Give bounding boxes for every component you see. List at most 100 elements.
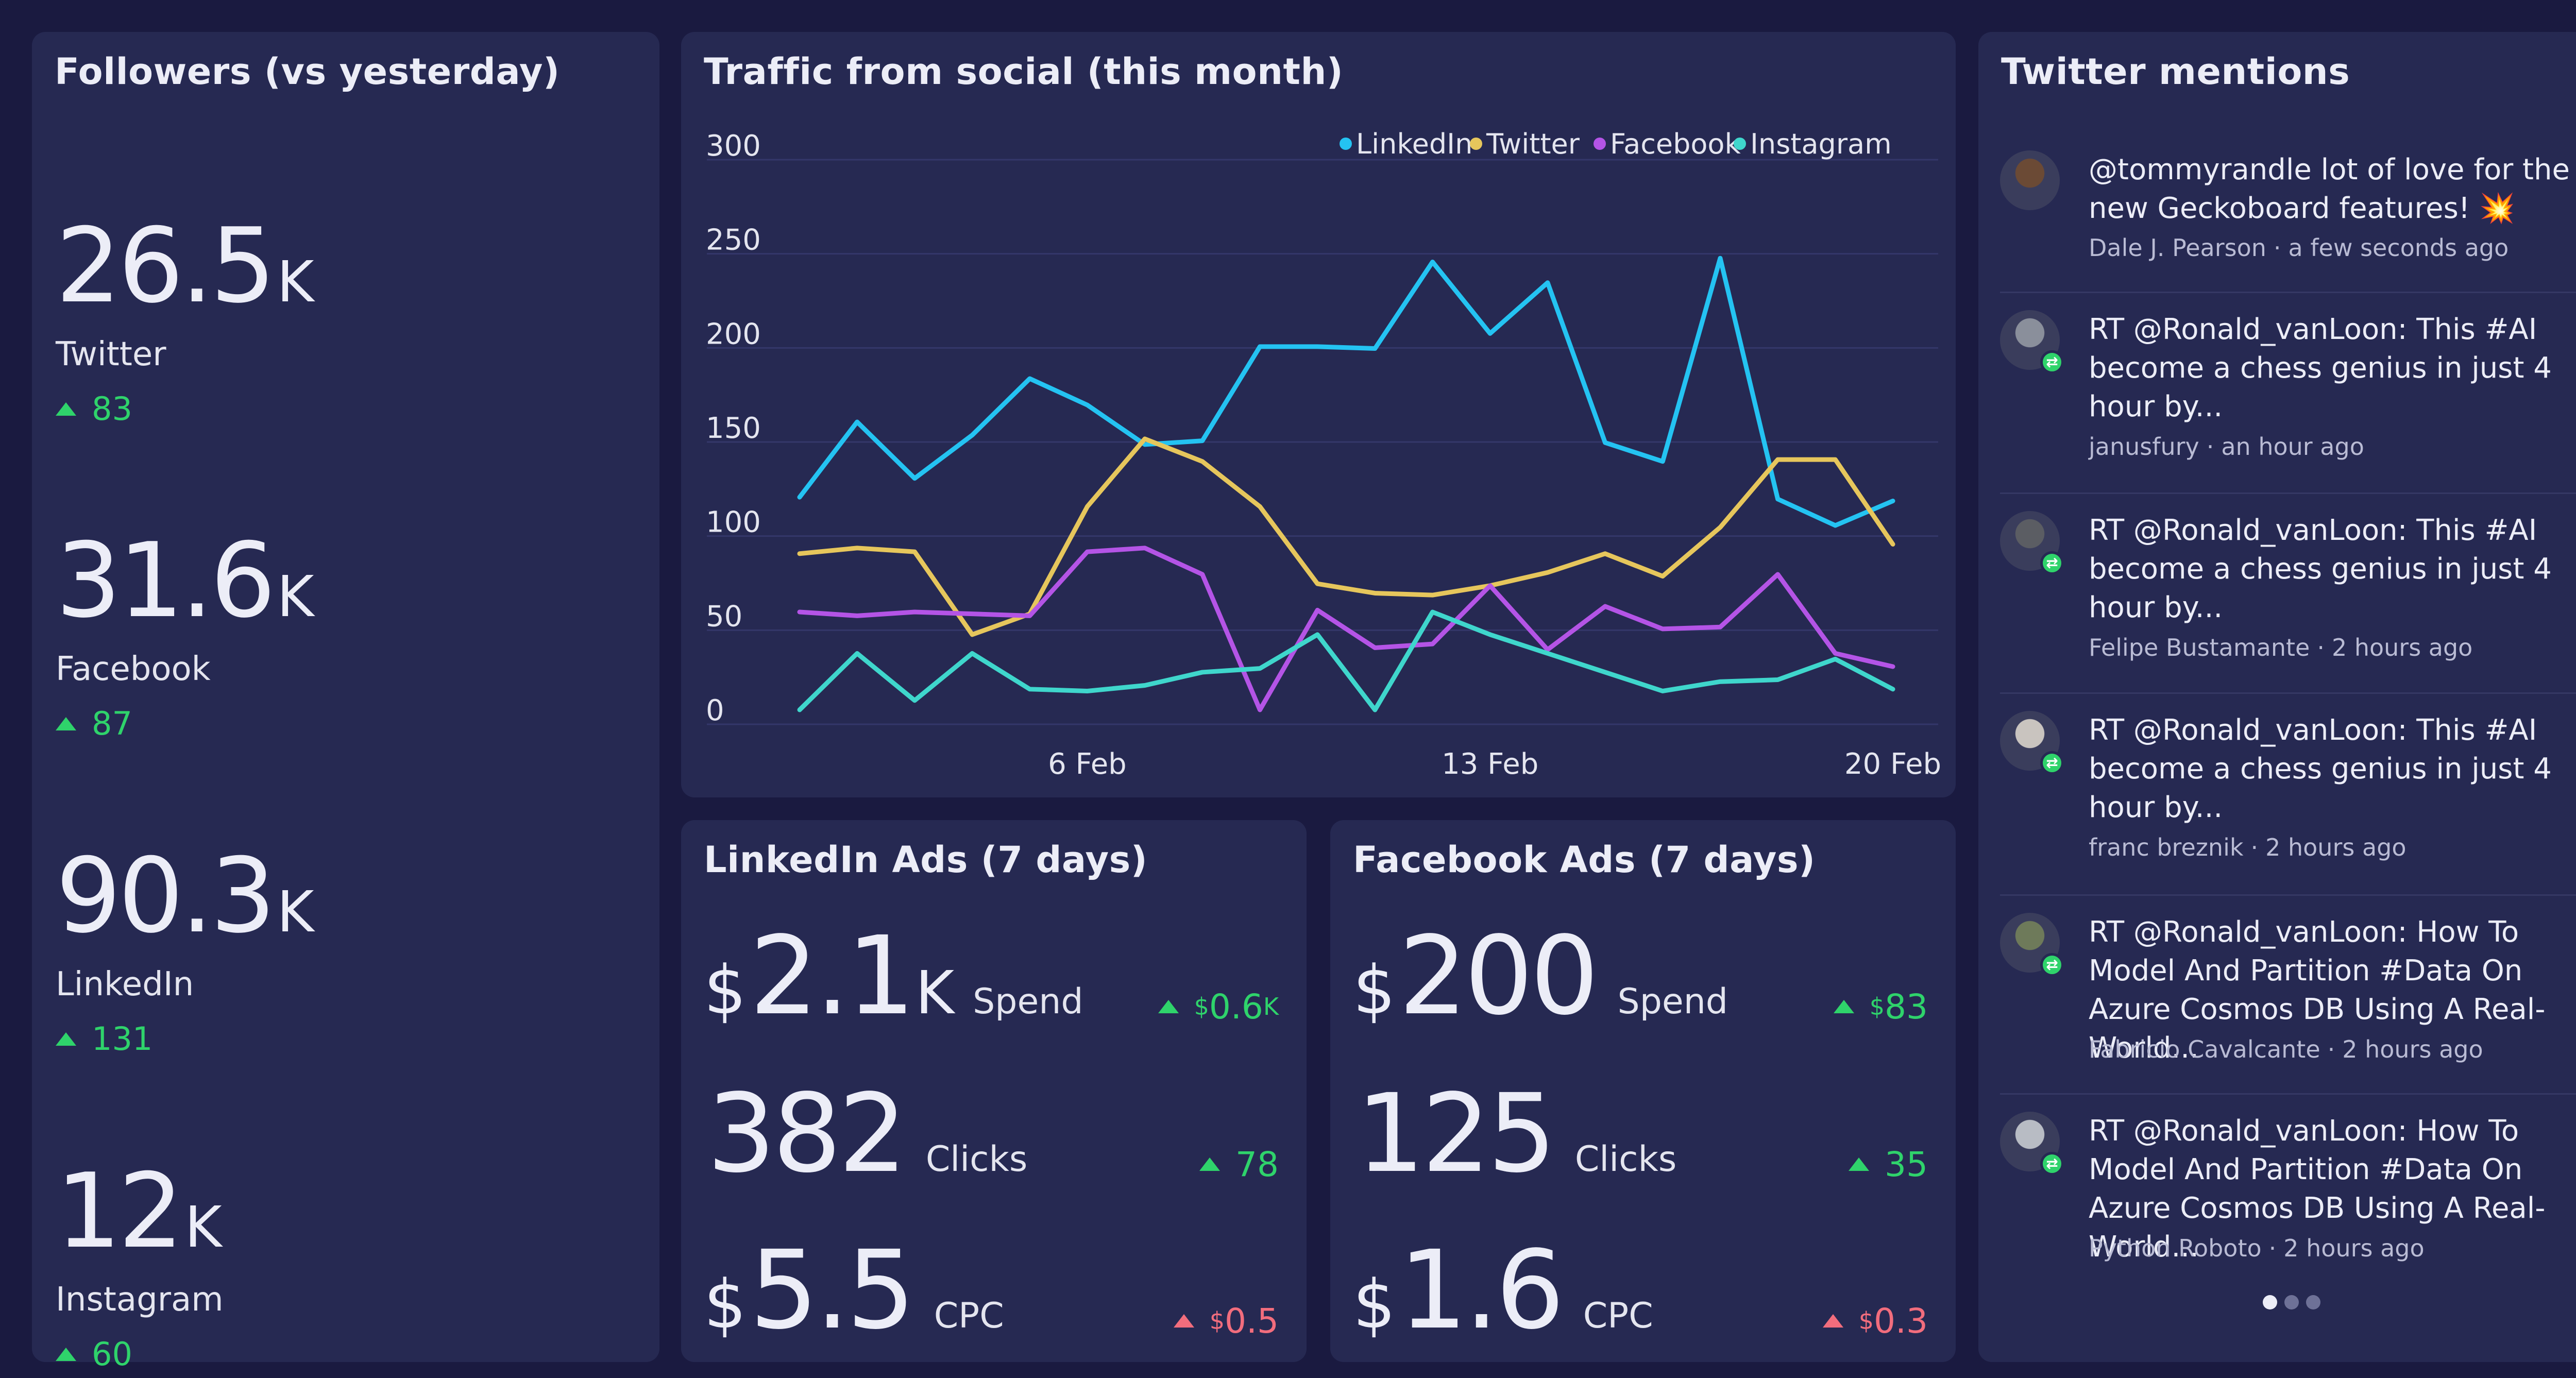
mention-item[interactable]: ⇄ RT @Ronald_vanLoon: This #AI become a c… [2000, 310, 2576, 469]
followers-panel: Followers (vs yesterday) 26.5K Twitter 8… [32, 32, 659, 1373]
ad-row-cpc: $ 5.5 CPC $0.5 [704, 1227, 1279, 1353]
mention-text: RT @Ronald_vanLoon: This #AI become a ch… [2089, 713, 2552, 824]
y-tick-label: 100 [706, 506, 761, 539]
ad-value: 382 [707, 1070, 907, 1197]
mention-time: 2 hours ago [2265, 833, 2406, 861]
ad-delta-value: 35 [1885, 1144, 1928, 1184]
mention-author[interactable]: janusfury [2089, 433, 2199, 461]
y-tick-label: 300 [706, 129, 761, 163]
ad-metric-label: CPC [934, 1296, 1004, 1336]
mention-item[interactable]: ⇄ RT @Ronald_vanLoon: This #AI become a c… [2000, 711, 2576, 870]
follower-value: 12 [56, 1151, 183, 1271]
ad-row-cpc: $ 1.6 CPC $0.3 [1353, 1227, 1928, 1353]
mention-divider [2000, 894, 2576, 896]
ad-value: 2.1 [749, 913, 916, 1039]
ad-value: 1.6 [1398, 1227, 1565, 1353]
ad-delta-currency: $ [1209, 1307, 1225, 1335]
up-arrow-icon [1158, 1000, 1179, 1013]
ad-unit: K [915, 959, 955, 1028]
ad-row-clicks: 382 Clicks 78 [704, 1070, 1279, 1197]
mention-author[interactable]: franc breznik [2089, 833, 2243, 861]
ad-delta-currency: $ [1194, 993, 1209, 1020]
mention-author[interactable]: Fabricio Cavalcante [2089, 1035, 2320, 1063]
ad-delta-currency: $ [1869, 993, 1885, 1020]
follower-unit: K [277, 249, 314, 315]
follower-label: Facebook [56, 650, 211, 688]
ad-delta-value: 0.5 [1225, 1301, 1279, 1341]
legend-label: Instagram [1750, 128, 1892, 160]
follower-label: Twitter [56, 335, 166, 373]
pagination-dots [2263, 1295, 2320, 1309]
follower-label: LinkedIn [56, 965, 194, 1003]
mention-meta: franc breznik · 2 hours ago [2089, 833, 2406, 861]
mention-time: an hour ago [2221, 433, 2364, 461]
follower-value: 26.5 [56, 206, 276, 326]
ad-value: 5.5 [749, 1227, 916, 1353]
ad-delta-value: 78 [1235, 1144, 1279, 1184]
mention-divider [2000, 1093, 2576, 1095]
legend-label: Twitter [1486, 128, 1580, 160]
ad-row-clicks: 125 Clicks 35 [1353, 1070, 1928, 1197]
follower-delta: 87 [56, 705, 314, 742]
traffic-line-chart: 0 50 100 150 200 250 300 6 Feb 13 Feb 20 Feb Linke… [706, 128, 1941, 781]
page-dot[interactable] [2306, 1295, 2320, 1309]
mentions-title: Twitter mentions [2001, 50, 2350, 93]
up-arrow-icon [1199, 1158, 1221, 1171]
legend-dot [1470, 138, 1482, 150]
page-dot[interactable] [2284, 1295, 2299, 1309]
page-dot[interactable] [2263, 1295, 2277, 1309]
ad-metric-label: Spend [1617, 981, 1728, 1022]
mention-meta: Felipe Bustamante · 2 hours ago [2089, 634, 2472, 661]
retweet-icon: ⇄ [2040, 1152, 2064, 1176]
mention-time: 2 hours ago [2283, 1234, 2425, 1262]
y-tick-label: 150 [706, 412, 761, 445]
series-line-linkedin [797, 256, 1895, 528]
avatar[interactable] [2000, 150, 2060, 210]
ad-metric-label: CPC [1583, 1296, 1653, 1336]
follower-unit: K [277, 564, 314, 630]
mention-text: RT @Ronald_vanLoon: This #AI become a ch… [2089, 313, 2552, 423]
mention-meta: Python Roboto · 2 hours ago [2089, 1234, 2425, 1262]
up-arrow-icon [56, 717, 76, 730]
mention-item[interactable]: ⇄ RT @Ronald_vanLoon: How To Model And Pa… [2000, 1112, 2576, 1270]
mention-time: 2 hours ago [2342, 1035, 2483, 1063]
mention-divider [2000, 692, 2576, 694]
mention-author[interactable]: Python Roboto [2089, 1234, 2262, 1262]
mention-item[interactable]: @tommyrandle lot of love for the new Gec… [2000, 150, 2576, 270]
meta-separator: · [2268, 1234, 2277, 1262]
legend-label: LinkedIn [1356, 128, 1472, 160]
series-line-facebook [797, 546, 1895, 712]
linkedin-ads-title: LinkedIn Ads (7 days) [704, 839, 1148, 881]
mention-time: 2 hours ago [2331, 634, 2473, 661]
ad-metric-label: Clicks [1574, 1139, 1677, 1180]
up-arrow-icon [56, 1347, 76, 1361]
mention-item[interactable]: ⇄ RT @Ronald_vanLoon: How To Model And Pa… [2000, 913, 2576, 1071]
traffic-panel: Traffic from social (this month) 0 50 100 1… [681, 32, 1956, 797]
ad-delta: $0.5 [1173, 1301, 1279, 1341]
mention-meta: janusfury · an hour ago [2089, 433, 2364, 461]
ad-delta-value: 0.3 [1874, 1301, 1928, 1341]
mention-item[interactable]: ⇄ RT @Ronald_vanLoon: This #AI become a c… [2000, 511, 2576, 670]
meta-separator: · [2273, 234, 2281, 262]
meta-separator: · [2317, 634, 2325, 661]
mention-author[interactable]: Felipe Bustamante [2089, 634, 2310, 661]
y-tick-label: 200 [706, 317, 761, 351]
follower-label: Instagram [56, 1281, 224, 1319]
follower-delta-value: 83 [92, 390, 132, 428]
mention-time: a few seconds ago [2288, 234, 2509, 262]
follower-delta: 83 [56, 390, 314, 428]
follower-delta: 60 [56, 1335, 224, 1373]
follower-value: 31.6 [56, 521, 276, 641]
ad-metric-label: Spend [973, 981, 1083, 1022]
x-tick-label: 20 Feb [1844, 747, 1941, 781]
follower-facebook: 31.6K Facebook 87 [56, 530, 314, 742]
facebook-ads-panel: Facebook Ads (7 days) $ 200 Spend $83 12… [1330, 820, 1956, 1362]
follower-instagram: 12K Instagram 60 [56, 1160, 224, 1373]
y-tick-label: 50 [706, 600, 742, 633]
followers-title: Followers (vs yesterday) [55, 50, 560, 93]
up-arrow-icon [1833, 1000, 1854, 1013]
mention-author[interactable]: Dale J. Pearson [2089, 234, 2266, 262]
follower-delta-value: 131 [92, 1020, 153, 1058]
follower-twitter: 26.5K Twitter 83 [56, 215, 314, 428]
x-tick-label: 6 Feb [1048, 747, 1127, 781]
